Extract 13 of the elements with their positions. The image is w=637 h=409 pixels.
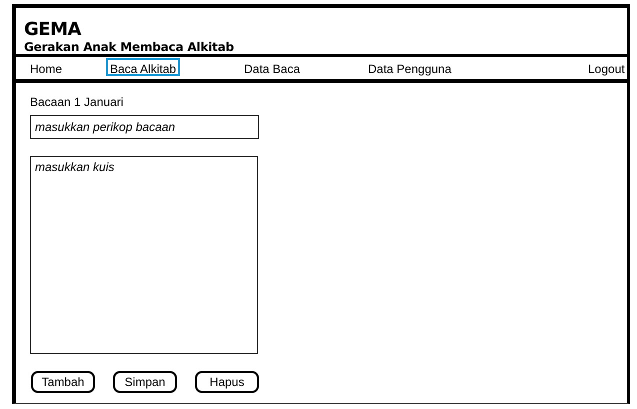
nav-link[interactable]: Data Pengguna [364, 58, 456, 76]
action-button[interactable]: Simpan [113, 371, 177, 393]
action-button[interactable]: Hapus [195, 371, 259, 393]
nav-link[interactable]: Baca Alkitab [106, 58, 180, 76]
app-title: GEMA [24, 20, 82, 40]
passage-field[interactable]: masukkan perikop bacaan [30, 115, 259, 139]
quiz-field[interactable]: masukkan kuis [30, 156, 258, 354]
nav-link[interactable]: Data Baca [240, 58, 304, 76]
nav-link[interactable]: Home [26, 58, 66, 76]
app-subtitle: Gerakan Anak Membaca Alkitab [24, 40, 235, 55]
action-button[interactable]: Tambah [31, 371, 95, 393]
reading-heading: Bacaan 1 Januari [30, 95, 124, 109]
nav-link[interactable]: Logout [584, 58, 629, 76]
